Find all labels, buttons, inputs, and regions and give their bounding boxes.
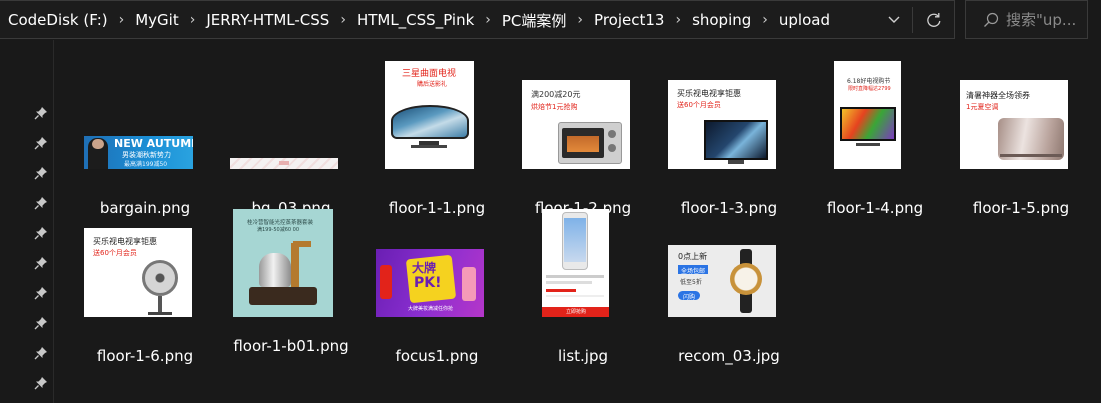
file-item[interactable]: 大牌 PK! 大牌美妆满减任你抢 focus1.png — [367, 208, 507, 368]
thumb-text: 大牌 — [412, 261, 437, 275]
file-item[interactable]: 桂冷营智能光控蒸茶器套装 满199-50减60 00 floor-1-b01.p… — [221, 208, 361, 378]
file-thumbnail: 桂冷营智能光控蒸茶器套装 满199-50减60 00 — [233, 209, 333, 317]
file-item[interactable]: bg_03.png — [221, 60, 361, 220]
thumb-text: 6.18好电视购节 — [847, 78, 891, 85]
thumb-text: 送60个月会员 — [93, 249, 137, 257]
file-item[interactable]: 6.18好电视购节 限时直降幅达2799 floor-1-4.png — [805, 60, 945, 220]
file-item[interactable]: 0点上新 全场包邮 低至5折 闪购 recom_03.jpg — [659, 208, 799, 368]
pin-icon[interactable] — [34, 376, 48, 390]
search-box[interactable]: 搜索"up... — [965, 0, 1088, 39]
pin-icon[interactable] — [34, 136, 48, 150]
file-name: focus1.png — [395, 347, 479, 365]
file-item[interactable]: 买乐视电视享钜惠 送60个月会员 floor-1-6.png — [75, 208, 215, 368]
pin-icon[interactable] — [34, 196, 48, 210]
chevron-right-icon[interactable]: › — [331, 12, 355, 28]
thumb-text: 满199-50减60 00 — [257, 227, 300, 233]
breadcrumb-item[interactable]: Project13 — [592, 11, 666, 29]
file-item[interactable]: 买乐视电视享钜惠 送60个月会员 floor-1-3.png — [659, 60, 799, 220]
chevron-down-icon — [888, 16, 900, 23]
breadcrumb-item[interactable]: HTML_CSS_Pink — [355, 11, 476, 29]
search-icon — [976, 12, 1006, 28]
breadcrumb-item[interactable]: CodeDisk (F:) — [6, 11, 110, 29]
file-name: floor-1-b01.png — [233, 337, 349, 355]
pin-icon[interactable] — [34, 226, 48, 240]
thumb-text: 清暑神器全场领券 — [966, 91, 1030, 100]
pin-icon[interactable] — [34, 106, 48, 120]
thumb-text: 闪购 — [683, 294, 696, 301]
thumb-text: 送60个月会员 — [677, 101, 721, 109]
file-thumbnail: 买乐视电视享钜惠 送60个月会员 — [668, 80, 776, 169]
refresh-button[interactable] — [918, 1, 950, 39]
thumb-text: 低至5折 — [680, 279, 702, 286]
refresh-icon — [927, 13, 941, 27]
file-grid: NEW AUTUMN 男装潮秋新势力 最高满199减50 bargain.png… — [55, 40, 1101, 403]
thumb-text: 限时直降幅达2799 — [848, 86, 891, 92]
thumb-text: 三星曲面电视 — [402, 69, 457, 79]
file-thumbnail: 大牌 PK! 大牌美妆满减任你抢 — [376, 249, 484, 317]
thumb-text: 满200减20元 — [531, 90, 581, 99]
breadcrumb: CodeDisk (F:) › MyGit › JERRY-HTML-CSS ›… — [6, 1, 832, 39]
file-name: floor-1-4.png — [826, 199, 924, 217]
navigation-pane — [0, 40, 54, 403]
pin-icon[interactable] — [34, 346, 48, 360]
pin-icon[interactable] — [34, 166, 48, 180]
thumb-text: NEW AUTUMN — [114, 137, 193, 150]
file-thumbnail: 清暑神器全场领券 1元夏空调 — [960, 80, 1068, 169]
pin-icon[interactable] — [34, 286, 48, 300]
thumb-text: 桂冷营智能光控蒸茶器套装 — [247, 220, 314, 226]
breadcrumb-item[interactable]: JERRY-HTML-CSS — [204, 11, 331, 29]
breadcrumb-item[interactable]: MyGit — [133, 11, 181, 29]
file-thumbnail: 三星曲面电视 購后送影礼 — [385, 61, 474, 169]
pin-icon[interactable] — [34, 316, 48, 330]
thumb-text: 买乐视电视享钜惠 — [677, 89, 741, 98]
thumb-text: 最高满199减50 — [124, 161, 168, 168]
file-item[interactable]: 满200减20元 烘焙节1元抢购 floor-1-2.png — [513, 60, 653, 220]
thumb-text: 1元夏空调 — [966, 103, 999, 111]
thumb-text: 大牌美妆满减任你抢 — [408, 306, 454, 312]
file-item[interactable]: 清暑神器全场领券 1元夏空调 floor-1-5.png — [951, 60, 1091, 220]
breadcrumb-item[interactable]: shoping — [690, 11, 753, 29]
top-bar: CodeDisk (F:) › MyGit › JERRY-HTML-CSS ›… — [0, 0, 1101, 40]
file-item[interactable]: NEW AUTUMN 男装潮秋新势力 最高满199减50 bargain.png — [75, 60, 215, 220]
chevron-right-icon[interactable]: › — [181, 12, 205, 28]
address-dropdown-button[interactable] — [878, 1, 910, 39]
file-thumbnail: NEW AUTUMN 男装潮秋新势力 最高满199减50 — [84, 136, 193, 169]
chevron-right-icon[interactable]: › — [110, 12, 134, 28]
file-thumbnail: 0点上新 全场包邮 低至5折 闪购 — [668, 245, 776, 317]
chevron-right-icon[interactable]: › — [568, 12, 592, 28]
thumb-text: 买乐视电视享钜惠 — [93, 237, 157, 246]
thumb-text: PK! — [414, 275, 442, 291]
file-item[interactable]: 立即抢购 list.jpg — [513, 208, 653, 368]
chevron-right-icon[interactable]: › — [476, 12, 500, 28]
thumb-text: 購后送影礼 — [417, 81, 448, 88]
file-thumbnail: 满200减20元 烘焙节1元抢购 — [522, 80, 630, 169]
address-bar[interactable]: CodeDisk (F:) › MyGit › JERRY-HTML-CSS ›… — [0, 0, 955, 39]
file-thumbnail: 买乐视电视享钜惠 送60个月会员 — [84, 228, 192, 317]
thumb-text: 全场包邮 — [681, 268, 706, 275]
file-thumbnail: 立即抢购 — [542, 209, 609, 317]
file-name: floor-1-5.png — [972, 199, 1070, 217]
file-item[interactable]: 三星曲面电视 購后送影礼 floor-1-1.png — [367, 60, 507, 220]
pin-icon[interactable] — [34, 256, 48, 270]
file-name: floor-1-6.png — [96, 347, 194, 365]
file-name: recom_03.jpg — [678, 347, 780, 365]
file-name: list.jpg — [557, 347, 608, 365]
thumb-text: 0点上新 — [678, 252, 708, 261]
thumb-text: 立即抢购 — [566, 309, 587, 315]
file-thumbnail: 6.18好电视购节 限时直降幅达2799 — [834, 61, 901, 169]
search-input[interactable]: 搜索"up... — [1006, 9, 1082, 30]
file-thumbnail — [230, 158, 338, 169]
divider — [912, 7, 913, 33]
chevron-right-icon[interactable]: › — [666, 12, 690, 28]
chevron-right-icon[interactable]: › — [753, 12, 777, 28]
breadcrumb-item[interactable]: PC端案例 — [500, 10, 569, 31]
thumb-text: 烘焙节1元抢购 — [531, 103, 578, 111]
breadcrumb-item[interactable]: upload — [777, 11, 832, 29]
